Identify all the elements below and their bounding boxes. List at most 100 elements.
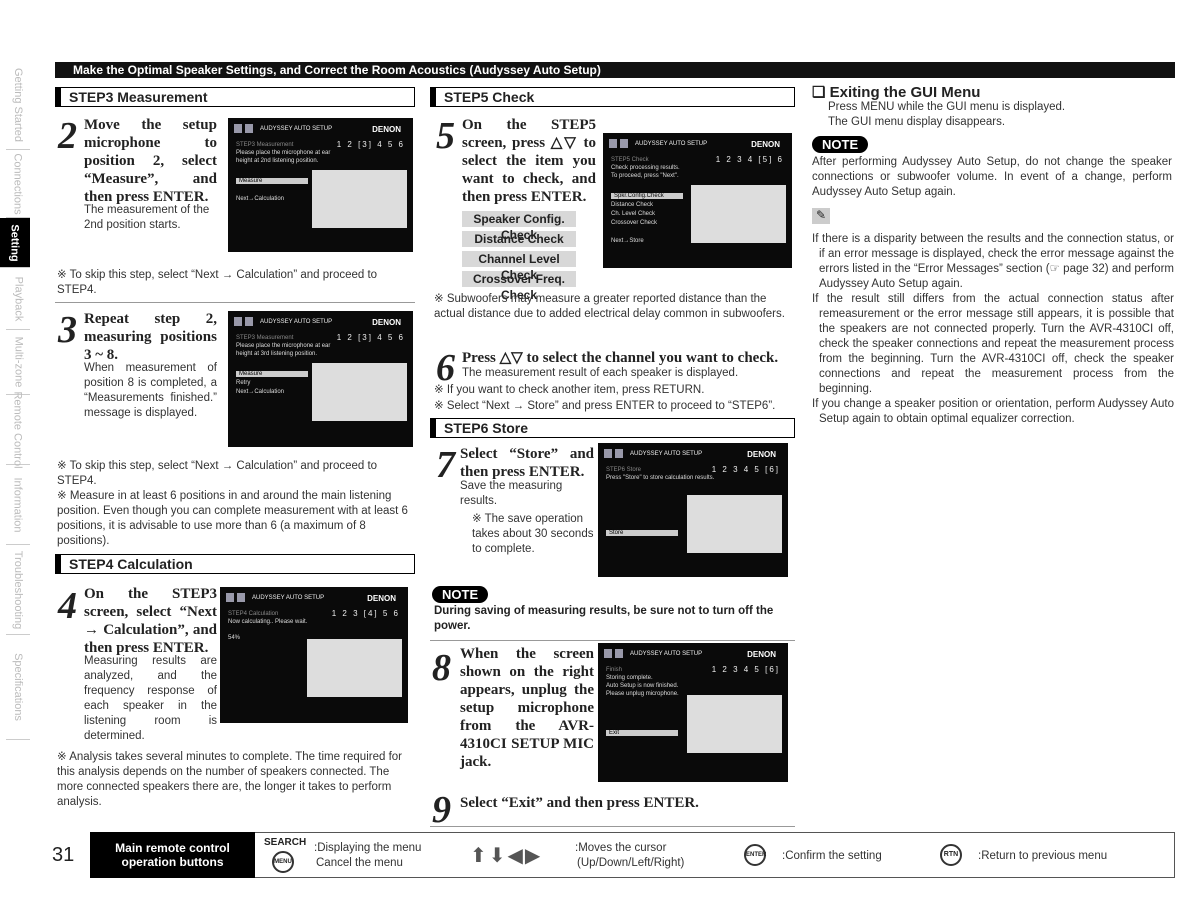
side-tab[interactable]: Setting [0,218,30,268]
screen-line: height at 3rd listening position. [236,351,318,357]
search-label: SEARCH [264,837,307,848]
tip-item: If there is a disparity between the resu… [812,233,1174,290]
note: ※ To skip this step, select “Next → Calc… [57,269,378,296]
side-tab[interactable]: Connections [6,150,30,218]
step-instruction: On the STEP3 screen, select “Next → Calc… [84,586,217,656]
step-instruction: Press △▽ to select the channel you want … [462,350,779,366]
page-number: 31 [52,844,75,866]
step-body: Save the measuring results. [460,480,563,507]
check-item: Channel Level Check [462,251,576,282]
side-tab[interactable]: Specifications [6,635,30,740]
step-number: 2 [58,115,77,157]
menu-desc: :Displaying the menu [314,842,422,854]
exit-gui-line: Press MENU while the GUI menu is display… [828,101,1066,113]
step-indicator: 1 2 3 4 5 [6] [711,465,780,474]
cursor-desc: :Moves the cursor [575,842,667,854]
side-tab[interactable]: Troubleshooting [6,545,30,635]
note: ※ Measure in at least 6 positions in and… [57,490,408,547]
menu-button-icon: MENU [272,851,294,873]
tips-list: If there is a disparity between the resu… [812,232,1174,427]
step-body: The measurement of the 2nd position star… [84,204,210,231]
gui-screenshot: AUDYSSEY AUTO SETUP DENON 1 2 3 [4] 5 6 STE… [220,587,408,723]
step-number: 7 [436,444,455,486]
side-tab-label: Connections [12,152,24,215]
screen-menu-item: Measure [236,371,308,377]
mic-icon [237,593,245,602]
note: ※ If you want to check another item, pre… [434,384,705,396]
step4-header: STEP4 Calculation [55,554,415,574]
gui-screenshot: AUDYSSEY AUTO SETUP DENON 1 2 3 4 5 [6] Fin… [598,643,788,782]
return-button-icon: RTN [940,844,962,866]
speaker-layout-image [307,639,402,697]
screen-line: Storing complete. [606,675,653,681]
screen-subtitle: STEP5 Check [611,157,649,163]
step-indicator: 1 2 3 4 [5] 6 [715,155,784,164]
step-body: Measuring results are analyzed, and the … [84,655,217,742]
screen-line: Please place the microphone at ear [236,150,331,156]
brand-logo: DENON [372,318,401,327]
mic-icon [615,649,623,658]
brand-logo: DENON [367,594,396,603]
cursor-desc: (Up/Down/Left/Right) [577,857,685,869]
screen-subtitle: Finish [606,667,623,673]
section-header: Make the Optimal Speaker Settings, and C… [55,62,1175,78]
remote-buttons-label: Main remote control operation buttons [90,832,255,878]
side-tab-label: Remote Control [12,390,25,469]
side-tab-label: Multi-zone [12,336,24,388]
screen-line: Auto Setup is now finished. [606,683,679,689]
setup-icon [609,139,617,148]
step-number: 5 [436,115,455,157]
side-tab[interactable]: Remote Control [6,391,30,468]
speaker-layout-image [691,185,786,243]
screen-line: To proceed, press "Next". [611,173,679,179]
speaker-layout-image [312,170,407,228]
screen-menu-item: Ch. Level Check [611,211,656,217]
setup-icon [226,593,234,602]
screen-subtitle: STEP3 Measurement [236,142,294,148]
tip-item: If the result still differs from the act… [812,293,1174,395]
gui-screenshot: AUDYSSEY AUTO SETUP DENON 1 2 [3] 4 5 6 STE… [228,118,413,252]
side-tab[interactable]: Getting Started [6,60,30,150]
screen-line: height at 2nd listening position. [236,158,319,164]
warning: During saving of measuring results, be s… [434,605,774,632]
side-tab-label: Getting Started [12,67,24,142]
gui-screenshot: AUDYSSEY AUTO SETUP DENON 1 2 3 4 [5] 6 STE… [603,133,792,268]
screen-line: Press "Store" to store calculation resul… [606,475,715,481]
side-tab[interactable]: Multi-zone [6,330,30,395]
step-indicator: 1 2 3 4 5 [6] [711,665,780,674]
screen-menu-item: Next→Calculation [236,389,285,395]
mic-icon [620,139,628,148]
mic-icon [615,449,623,458]
screen-subtitle: STEP6 Store [606,467,642,473]
step5-header: STEP5 Check [430,87,795,107]
note: ※ The save operation takes about 30 seco… [472,513,594,555]
screen-menu-item: Crossover Check [611,220,658,226]
side-tab[interactable]: Playback [6,268,30,330]
side-tab-label: Information [12,476,24,533]
note: ※ Analysis takes several minutes to comp… [57,751,402,808]
screen-menu-item: Distance Check [611,202,654,208]
brand-logo: DENON [751,140,780,149]
setup-icon [234,317,242,326]
screen-subtitle: STEP3 Measurement [236,335,294,341]
check-item-list: Speaker Config. Check Distance Check Cha… [462,211,576,302]
exit-gui-line: The GUI menu display disappears. [828,116,1006,128]
side-tab-label: Troubleshooting [12,550,25,629]
speaker-layout-image [687,695,782,753]
step-instruction: When the screen shown on the right appea… [460,646,594,770]
screen-line: 54% [228,635,241,641]
screen-menu-item: Store [606,530,678,536]
step-body: When measurement of position 8 is comple… [84,362,217,419]
note-badge: NOTE [432,586,489,603]
screen-line: Check processing results. [611,165,680,171]
step-number: 4 [58,585,77,627]
gui-screenshot: AUDYSSEY AUTO SETUP DENON 1 2 3 4 5 [6] STE… [598,443,788,577]
step6-header: STEP6 Store [430,418,795,438]
side-tab[interactable]: Information [6,465,30,545]
side-tab-label: Setting [9,223,21,262]
speaker-layout-image [312,363,407,421]
screen-line: Please place the microphone at ear [236,343,331,349]
exit-gui-title: ❏ Exiting the GUI Menu [812,84,981,101]
screen-menu-item: Exit [606,730,678,736]
step-body: The measurement result of each speaker i… [462,367,739,379]
